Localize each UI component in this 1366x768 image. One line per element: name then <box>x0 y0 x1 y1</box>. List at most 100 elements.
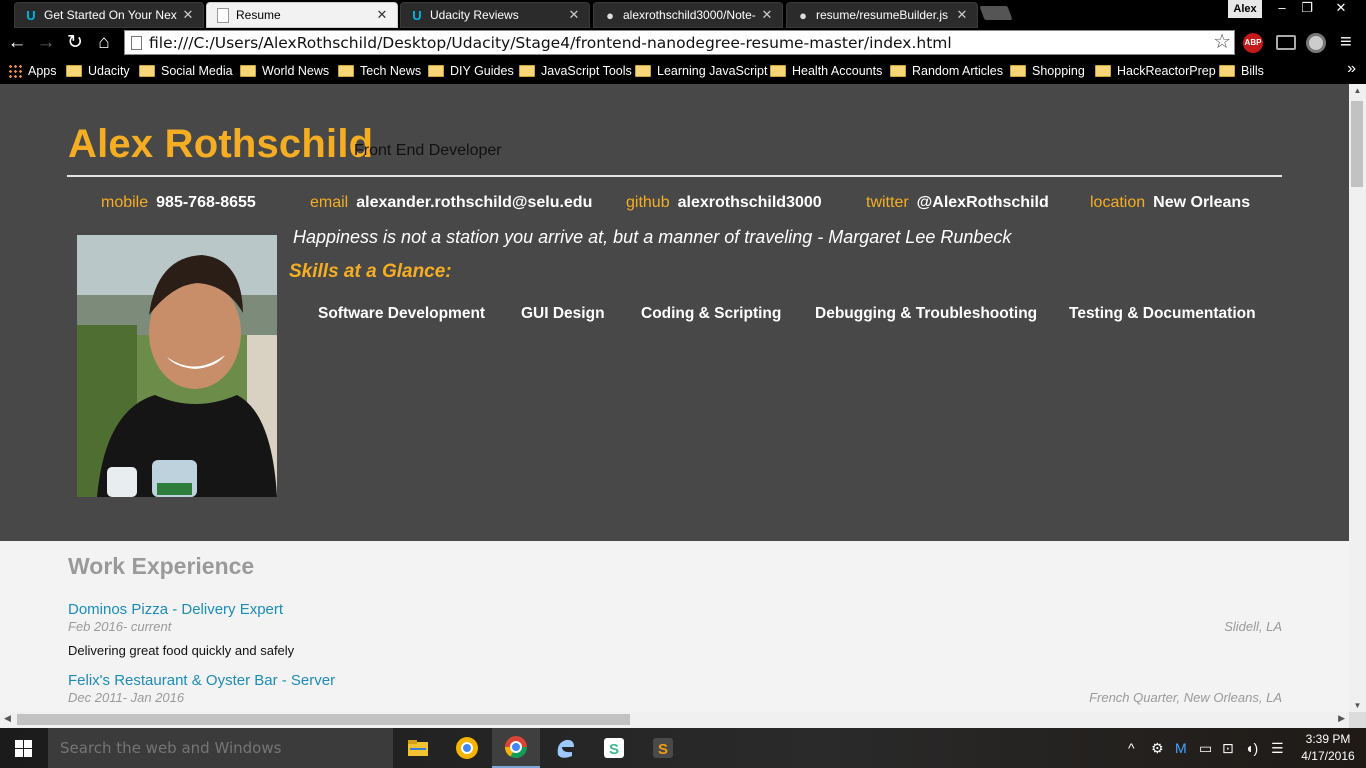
bookmark-folder[interactable]: DIY Guides <box>428 62 514 80</box>
windows-start-icon[interactable] <box>15 740 32 757</box>
scrollbar-corner <box>1349 712 1366 728</box>
settings-gear-icon[interactable]: ⚙ <box>1151 740 1164 757</box>
folder-icon <box>338 65 354 77</box>
bookmark-label: JavaScript Tools <box>541 64 632 78</box>
svg-text:S: S <box>609 741 619 758</box>
contact-value: New Orleans <box>1153 194 1251 211</box>
volume-icon[interactable]: ◖) <box>1245 740 1258 756</box>
notifications-icon[interactable]: ☰ <box>1271 740 1284 757</box>
bookmark-folder[interactable]: World News <box>240 62 329 80</box>
horizontal-scroll-thumb[interactable] <box>17 714 630 725</box>
folder-icon <box>890 65 906 77</box>
resume-role: Front End Developer <box>354 142 502 159</box>
folder-icon <box>519 65 535 77</box>
horizontal-scrollbar[interactable]: ◀ ▶ <box>0 712 1349 728</box>
tray-overflow-icon[interactable]: ^ <box>1128 740 1135 756</box>
bookmark-apps[interactable]: Apps <box>8 62 57 80</box>
forward-arrow-icon[interactable]: → <box>34 31 58 55</box>
bookmark-folder[interactable]: Social Media <box>139 62 233 80</box>
vertical-scrollbar[interactable]: ▲ ▼ <box>1349 84 1366 712</box>
skill-item: Coding & Scripting <box>641 305 782 322</box>
scroll-right-icon[interactable]: ▶ <box>1338 713 1345 724</box>
contact-key: github <box>626 194 670 211</box>
tab-title: Resume <box>236 8 281 22</box>
bookmark-folder[interactable]: Health Accounts <box>770 62 882 80</box>
folder-icon <box>139 65 155 77</box>
bookmark-label: Random Articles <box>912 64 1004 78</box>
bookmarks-overflow-button[interactable]: » <box>1347 60 1356 78</box>
folder-icon <box>66 65 82 77</box>
taskbar-clock[interactable]: 3:39 PM 4/17/2016 <box>1296 731 1360 765</box>
taskbar-search-box[interactable] <box>48 728 393 768</box>
chrome-canary-icon[interactable] <box>443 728 491 768</box>
bookmark-folder[interactable]: Shopping <box>1010 62 1085 80</box>
clock-time: 3:39 PM <box>1305 732 1351 746</box>
extension-icon[interactable] <box>1306 33 1326 53</box>
job-title-link[interactable]: Dominos Pizza - Delivery Expert <box>68 601 283 618</box>
scroll-left-icon[interactable]: ◀ <box>4 713 11 724</box>
bookmark-folder[interactable]: HackReactorPrep <box>1095 62 1216 80</box>
bookmark-folder[interactable]: Bills <box>1219 62 1264 80</box>
sublime-text-icon[interactable]: S <box>639 728 687 768</box>
svg-text:S: S <box>658 741 668 758</box>
tab-resume[interactable]: Resume ✕ <box>206 2 398 28</box>
bookmark-folder[interactable]: JavaScript Tools <box>519 62 632 80</box>
network-icon[interactable]: ⊡ <box>1222 740 1234 757</box>
tab-udacity-reviews[interactable]: U Udacity Reviews ✕ <box>400 2 590 28</box>
job-location: Slidell, LA <box>1224 619 1282 634</box>
bookmark-label: Health Accounts <box>792 64 883 78</box>
bookmark-folder[interactable]: Udacity <box>66 62 130 80</box>
contact-mobile: mobile 985-768-8655 <box>101 194 256 212</box>
job-title-link[interactable]: Felix's Restaurant & Oyster Bar - Server <box>68 672 335 689</box>
contact-value: 985-768-8655 <box>156 194 256 211</box>
apps-grid-icon <box>8 64 22 78</box>
folder-icon <box>1095 65 1111 77</box>
reload-icon[interactable]: ↻ <box>63 31 87 55</box>
cast-icon[interactable] <box>1276 35 1296 50</box>
contact-twitter: twitter @AlexRothschild <box>866 194 1049 212</box>
bookmark-label: World News <box>262 64 330 78</box>
close-icon[interactable]: ✕ <box>181 7 195 23</box>
file-explorer-icon[interactable] <box>394 728 442 768</box>
close-icon[interactable]: ✕ <box>955 7 969 23</box>
tab-get-started[interactable]: U Get Started On Your Next ✕ <box>14 2 204 28</box>
bookmark-star-icon[interactable]: ☆ <box>1213 31 1231 54</box>
menu-icon[interactable]: ≡ <box>1340 31 1352 54</box>
job-dates: Feb 2016- current <box>68 619 172 634</box>
close-window-icon[interactable]: ✕ <box>1326 0 1356 18</box>
bookmark-folder[interactable]: Learning JavaScript <box>635 62 767 80</box>
scroll-down-icon[interactable]: ▼ <box>1349 701 1366 710</box>
battery-icon[interactable]: ▭ <box>1199 740 1212 757</box>
bookmark-folder[interactable]: Random Articles <box>890 62 1003 80</box>
scroll-up-icon[interactable]: ▲ <box>1349 86 1366 95</box>
malwarebytes-icon[interactable]: M <box>1175 740 1187 756</box>
chrome-icon[interactable] <box>492 728 540 768</box>
address-bar[interactable]: ☆ <box>124 30 1235 55</box>
profile-button[interactable]: Alex <box>1228 0 1262 18</box>
back-arrow-icon[interactable]: ← <box>5 31 29 55</box>
adblock-icon[interactable]: ABP <box>1243 33 1263 53</box>
home-icon[interactable]: ⌂ <box>92 31 116 55</box>
bookmarks-bar: Apps Udacity Social Media World News Tec… <box>0 58 1366 84</box>
close-icon[interactable]: ✕ <box>375 7 389 23</box>
header-divider <box>67 175 1282 177</box>
edge-icon[interactable] <box>541 728 589 768</box>
bookmark-label: Apps <box>28 64 57 78</box>
tab-github-note[interactable]: ● alexrothschild3000/Note- ✕ <box>593 2 783 28</box>
tab-github-resume[interactable]: ● resume/resumeBuilder.js a ✕ <box>786 2 978 28</box>
skill-item: Software Development <box>318 305 486 322</box>
close-icon[interactable]: ✕ <box>567 7 581 23</box>
vertical-scroll-thumb[interactable] <box>1351 101 1363 187</box>
new-tab-button[interactable] <box>979 6 1013 20</box>
contact-key: location <box>1090 194 1146 211</box>
windows-taskbar: S S ^ ⚙ M ▭ ⊡ ◖) ☰ 3:39 PM 4/17/2016 <box>0 728 1366 768</box>
slack-icon[interactable]: S <box>590 728 638 768</box>
close-icon[interactable]: ✕ <box>760 7 774 23</box>
bookmark-label: HackReactorPrep <box>1117 64 1216 78</box>
taskbar-search-input[interactable] <box>60 738 380 758</box>
tab-title: alexrothschild3000/Note- <box>623 8 756 22</box>
work-experience-heading: Work Experience <box>68 553 255 579</box>
url-input[interactable] <box>149 31 1209 54</box>
restore-icon[interactable]: ❐ <box>1292 0 1322 18</box>
bookmark-folder[interactable]: Tech News <box>338 62 421 80</box>
